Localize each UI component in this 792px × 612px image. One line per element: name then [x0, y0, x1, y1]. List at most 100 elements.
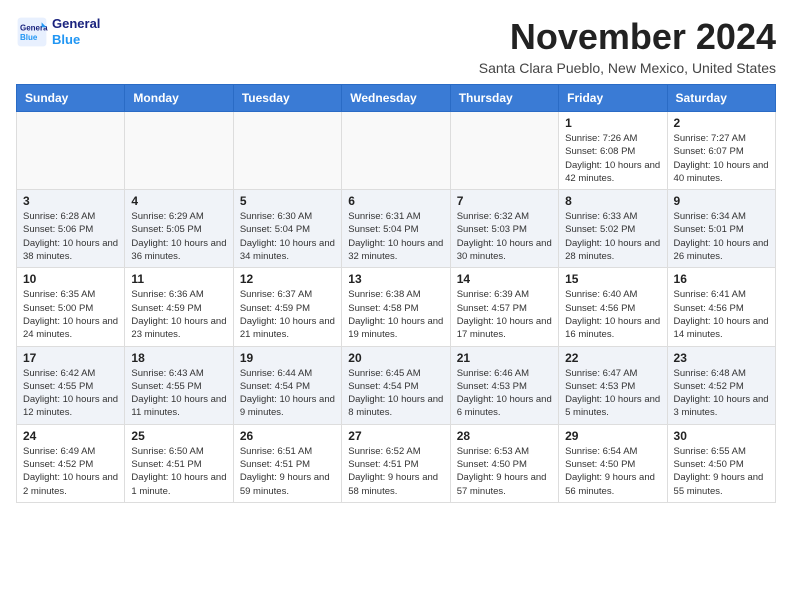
- calendar-cell: 1 Sunrise: 7:26 AM Sunset: 6:08 PM Daylig…: [559, 112, 667, 190]
- day-number: 15: [565, 272, 660, 286]
- day-info: Sunrise: 6:32 AM Sunset: 5:03 PM Dayligh…: [457, 210, 552, 263]
- day-number: 5: [240, 194, 335, 208]
- calendar-cell: 28Sunrise: 6:53 AM Sunset: 4:50 PM Dayli…: [450, 424, 558, 502]
- day-info: Sunrise: 6:42 AM Sunset: 4:55 PM Dayligh…: [23, 367, 118, 420]
- svg-text:Blue: Blue: [20, 33, 38, 42]
- calendar-cell: 17 Sunrise: 6:42 AM Sunset: 4:55 PM Dayli…: [17, 346, 125, 424]
- day-number: 17: [23, 351, 118, 365]
- calendar-cell: [342, 112, 450, 190]
- calendar-cell: 5 Sunrise: 6:30 AM Sunset: 5:04 PM Daylig…: [233, 190, 341, 268]
- calendar-cell: 10 Sunrise: 6:35 AM Sunset: 5:00 PM Dayli…: [17, 268, 125, 346]
- day-info: Sunrise: 7:26 AM Sunset: 6:08 PM Dayligh…: [565, 132, 660, 185]
- calendar-cell: 6 Sunrise: 6:31 AM Sunset: 5:04 PM Daylig…: [342, 190, 450, 268]
- day-number: 3: [23, 194, 118, 208]
- calendar-week-row: 10 Sunrise: 6:35 AM Sunset: 5:00 PM Dayli…: [17, 268, 776, 346]
- day-info: Sunrise: 6:36 AM Sunset: 4:59 PM Dayligh…: [131, 288, 226, 341]
- calendar-cell: 4Sunrise: 6:29 AM Sunset: 5:05 PM Daylig…: [125, 190, 233, 268]
- day-number: 18: [131, 351, 226, 365]
- calendar-cell: 16 Sunrise: 6:41 AM Sunset: 4:56 PM Dayli…: [667, 268, 775, 346]
- calendar-cell: 11 Sunrise: 6:36 AM Sunset: 4:59 PM Dayli…: [125, 268, 233, 346]
- weekday-header: Monday: [125, 85, 233, 112]
- day-info: Sunrise: 6:35 AM Sunset: 5:00 PM Dayligh…: [23, 288, 118, 341]
- day-info: Sunrise: 6:40 AM Sunset: 4:56 PM Dayligh…: [565, 288, 660, 341]
- calendar-cell: 13 Sunrise: 6:38 AM Sunset: 4:58 PM Dayli…: [342, 268, 450, 346]
- calendar-cell: 21Sunrise: 6:46 AM Sunset: 4:53 PM Dayli…: [450, 346, 558, 424]
- logo-general: General: [52, 16, 100, 32]
- weekday-header: Saturday: [667, 85, 775, 112]
- day-number: 8: [565, 194, 660, 208]
- day-number: 16: [674, 272, 769, 286]
- calendar-week-row: 3 Sunrise: 6:28 AM Sunset: 5:06 PM Daylig…: [17, 190, 776, 268]
- calendar-body: 1 Sunrise: 7:26 AM Sunset: 6:08 PM Daylig…: [17, 112, 776, 503]
- calendar-cell: 29 Sunrise: 6:54 AM Sunset: 4:50 PM Dayli…: [559, 424, 667, 502]
- logo-blue: Blue: [52, 32, 100, 48]
- day-info: Sunrise: 6:37 AM Sunset: 4:59 PM Dayligh…: [240, 288, 335, 341]
- day-info: Sunrise: 6:49 AM Sunset: 4:52 PM Dayligh…: [23, 445, 118, 498]
- day-info: Sunrise: 6:54 AM Sunset: 4:50 PM Dayligh…: [565, 445, 660, 498]
- day-number: 25: [131, 429, 226, 443]
- day-info: Sunrise: 6:39 AM Sunset: 4:57 PM Dayligh…: [457, 288, 552, 341]
- calendar-cell: 2Sunrise: 7:27 AM Sunset: 6:07 PM Daylig…: [667, 112, 775, 190]
- calendar-cell: 14 Sunrise: 6:39 AM Sunset: 4:57 PM Dayli…: [450, 268, 558, 346]
- day-info: Sunrise: 6:31 AM Sunset: 5:04 PM Dayligh…: [348, 210, 443, 263]
- day-info: Sunrise: 6:50 AM Sunset: 4:51 PM Dayligh…: [131, 445, 226, 498]
- day-number: 21: [457, 351, 552, 365]
- day-info: Sunrise: 6:43 AM Sunset: 4:55 PM Dayligh…: [131, 367, 226, 420]
- day-info: Sunrise: 6:34 AM Sunset: 5:01 PM Dayligh…: [674, 210, 769, 263]
- day-number: 22: [565, 351, 660, 365]
- calendar-cell: 22 Sunrise: 6:47 AM Sunset: 4:53 PM Dayli…: [559, 346, 667, 424]
- location-title: Santa Clara Pueblo, New Mexico, United S…: [479, 60, 776, 76]
- day-number: 10: [23, 272, 118, 286]
- weekday-header-row: SundayMondayTuesdayWednesdayThursdayFrid…: [17, 85, 776, 112]
- day-number: 6: [348, 194, 443, 208]
- calendar-table: SundayMondayTuesdayWednesdayThursdayFrid…: [16, 84, 776, 503]
- day-number: 9: [674, 194, 769, 208]
- day-info: Sunrise: 6:47 AM Sunset: 4:53 PM Dayligh…: [565, 367, 660, 420]
- day-info: Sunrise: 6:33 AM Sunset: 5:02 PM Dayligh…: [565, 210, 660, 263]
- day-number: 27: [348, 429, 443, 443]
- day-number: 2: [674, 116, 769, 130]
- day-number: 13: [348, 272, 443, 286]
- day-number: 24: [23, 429, 118, 443]
- calendar-cell: [233, 112, 341, 190]
- day-info: Sunrise: 6:41 AM Sunset: 4:56 PM Dayligh…: [674, 288, 769, 341]
- calendar-cell: 15 Sunrise: 6:40 AM Sunset: 4:56 PM Dayli…: [559, 268, 667, 346]
- day-info: Sunrise: 6:55 AM Sunset: 4:50 PM Dayligh…: [674, 445, 769, 498]
- day-info: Sunrise: 6:38 AM Sunset: 4:58 PM Dayligh…: [348, 288, 443, 341]
- day-info: Sunrise: 6:30 AM Sunset: 5:04 PM Dayligh…: [240, 210, 335, 263]
- calendar-cell: 26 Sunrise: 6:51 AM Sunset: 4:51 PM Dayli…: [233, 424, 341, 502]
- day-info: Sunrise: 6:51 AM Sunset: 4:51 PM Dayligh…: [240, 445, 335, 498]
- day-info: Sunrise: 6:52 AM Sunset: 4:51 PM Dayligh…: [348, 445, 443, 498]
- day-info: Sunrise: 6:44 AM Sunset: 4:54 PM Dayligh…: [240, 367, 335, 420]
- day-number: 12: [240, 272, 335, 286]
- calendar-week-row: 24 Sunrise: 6:49 AM Sunset: 4:52 PM Dayli…: [17, 424, 776, 502]
- calendar-cell: 12 Sunrise: 6:37 AM Sunset: 4:59 PM Dayli…: [233, 268, 341, 346]
- calendar-week-row: 1 Sunrise: 7:26 AM Sunset: 6:08 PM Daylig…: [17, 112, 776, 190]
- day-info: Sunrise: 6:45 AM Sunset: 4:54 PM Dayligh…: [348, 367, 443, 420]
- weekday-header: Thursday: [450, 85, 558, 112]
- day-number: 28: [457, 429, 552, 443]
- day-number: 26: [240, 429, 335, 443]
- weekday-header: Wednesday: [342, 85, 450, 112]
- title-area: November 2024 Santa Clara Pueblo, New Me…: [479, 16, 776, 76]
- day-number: 7: [457, 194, 552, 208]
- calendar-cell: 18 Sunrise: 6:43 AM Sunset: 4:55 PM Dayli…: [125, 346, 233, 424]
- day-number: 23: [674, 351, 769, 365]
- calendar-cell: 8 Sunrise: 6:33 AM Sunset: 5:02 PM Daylig…: [559, 190, 667, 268]
- page-header: General Blue General Blue November 2024 …: [16, 16, 776, 76]
- day-number: 14: [457, 272, 552, 286]
- logo: General Blue General Blue: [16, 16, 100, 48]
- day-number: 30: [674, 429, 769, 443]
- day-number: 19: [240, 351, 335, 365]
- weekday-header: Tuesday: [233, 85, 341, 112]
- calendar-cell: 20Sunrise: 6:45 AM Sunset: 4:54 PM Dayli…: [342, 346, 450, 424]
- month-title: November 2024: [479, 16, 776, 58]
- day-number: 11: [131, 272, 226, 286]
- calendar-cell: 27 Sunrise: 6:52 AM Sunset: 4:51 PM Dayli…: [342, 424, 450, 502]
- day-number: 1: [565, 116, 660, 130]
- calendar-cell: 23 Sunrise: 6:48 AM Sunset: 4:52 PM Dayli…: [667, 346, 775, 424]
- calendar-week-row: 17 Sunrise: 6:42 AM Sunset: 4:55 PM Dayli…: [17, 346, 776, 424]
- day-info: Sunrise: 6:48 AM Sunset: 4:52 PM Dayligh…: [674, 367, 769, 420]
- day-number: 29: [565, 429, 660, 443]
- day-info: Sunrise: 6:28 AM Sunset: 5:06 PM Dayligh…: [23, 210, 118, 263]
